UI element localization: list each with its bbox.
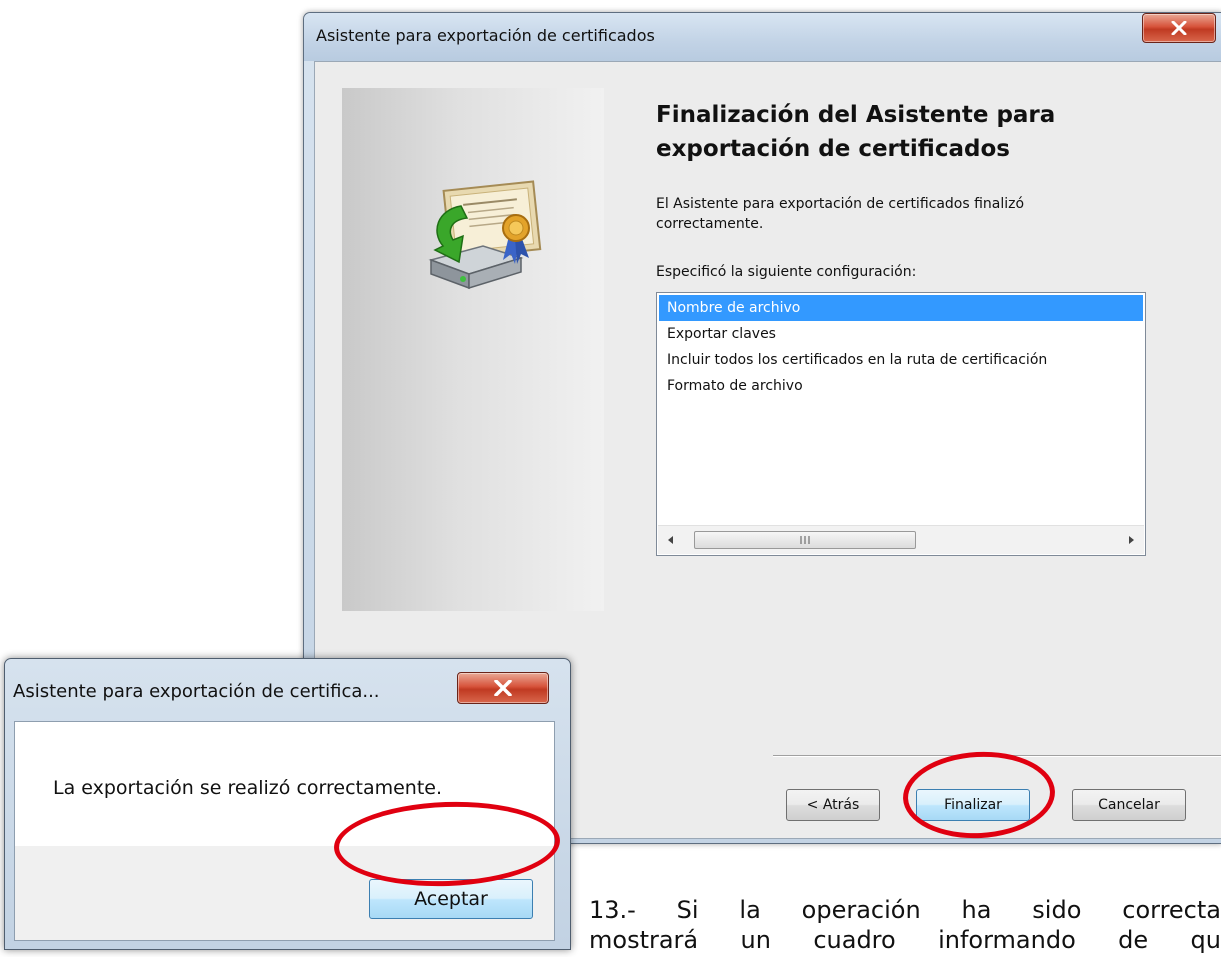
wizard-description: El Asistente para exportación de certifi…	[656, 196, 1025, 232]
wizard-heading: Finalización del Asistente para exportac…	[656, 102, 1056, 162]
close-icon	[1171, 21, 1187, 35]
config-label: Especificó la siguiente configuración:	[656, 264, 917, 280]
list-item[interactable]: Formato de archivo	[659, 373, 1143, 399]
close-icon	[494, 680, 512, 696]
back-button[interactable]: < Atrás	[786, 789, 880, 821]
message-box-title: Asistente para exportación de certifica.…	[13, 681, 380, 702]
instruction-text: 13.- Si la operación ha sido correcta mo…	[589, 895, 1221, 955]
wizard-title: Asistente para exportación de certificad…	[316, 26, 655, 45]
instruction-line-1: 13.- Si la operación ha sido correcta	[589, 896, 1221, 924]
scroll-right-arrow-icon[interactable]	[1118, 526, 1144, 554]
grip-icon	[800, 536, 810, 544]
settings-listbox[interactable]: Nombre de archivo Exportar claves Inclui…	[656, 292, 1146, 556]
horizontal-scrollbar[interactable]	[658, 525, 1144, 554]
cancel-button[interactable]: Cancelar	[1072, 789, 1186, 821]
instruction-line-2: mostrará un cuadro informando de qu	[589, 926, 1221, 954]
message-box-close-button[interactable]	[457, 672, 549, 704]
wizard-side-panel	[342, 88, 604, 611]
wizard-titlebar[interactable]: Asistente para exportación de certificad…	[304, 13, 1221, 61]
message-text: La exportación se realizó correctamente.	[53, 777, 443, 799]
wizard-close-button[interactable]	[1142, 13, 1216, 43]
list-item[interactable]: Nombre de archivo	[659, 295, 1143, 321]
certificate-export-icon	[428, 180, 542, 290]
scrollbar-thumb[interactable]	[694, 531, 916, 549]
list-item[interactable]: Incluir todos los certificados en la rut…	[659, 347, 1143, 373]
scroll-left-arrow-icon[interactable]	[658, 526, 684, 554]
list-item[interactable]: Exportar claves	[659, 321, 1143, 347]
